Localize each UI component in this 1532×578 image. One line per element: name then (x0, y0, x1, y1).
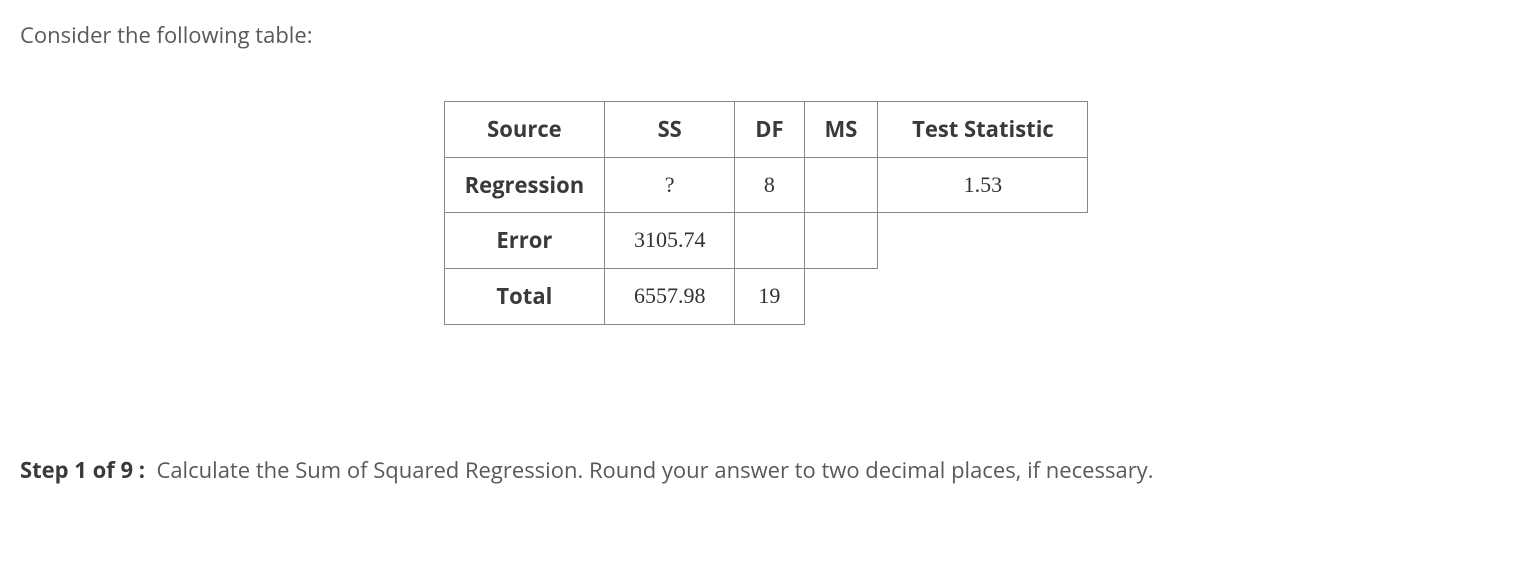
header-df: DF (735, 101, 804, 157)
cell-empty (878, 269, 1088, 325)
table-row: Error 3105.74 (444, 213, 1088, 269)
cell-error-ms (804, 213, 878, 269)
cell-error-df (735, 213, 804, 269)
step-description: Calculate the Sum of Squared Regression.… (156, 455, 1153, 485)
cell-regression-ss: ? (605, 157, 735, 213)
header-source: Source (444, 101, 605, 157)
header-test-statistic: Test Statistic (878, 101, 1088, 157)
table-row: Total 6557.98 19 (444, 269, 1088, 325)
intro-text: Consider the following table: (20, 20, 1512, 51)
cell-empty (878, 213, 1088, 269)
row-label-regression: Regression (444, 157, 605, 213)
cell-regression-df: 8 (735, 157, 804, 213)
table-header-row: Source SS DF MS Test Statistic (444, 101, 1088, 157)
cell-total-df: 19 (735, 269, 804, 325)
table-row: Regression ? 8 1.53 (444, 157, 1088, 213)
anova-table: Source SS DF MS Test Statistic Regressio… (444, 101, 1089, 325)
row-label-total: Total (444, 269, 605, 325)
header-ss: SS (605, 101, 735, 157)
cell-regression-ms (804, 157, 878, 213)
row-label-error: Error (444, 213, 605, 269)
table-wrapper: Source SS DF MS Test Statistic Regressio… (20, 101, 1512, 325)
step-label: Step 1 of 9 : (20, 455, 145, 485)
cell-regression-ts: 1.53 (878, 157, 1088, 213)
cell-error-ss: 3105.74 (605, 213, 735, 269)
cell-total-ss: 6557.98 (605, 269, 735, 325)
step-instruction: Step 1 of 9 : Calculate the Sum of Squar… (20, 455, 1512, 486)
header-ms: MS (804, 101, 878, 157)
cell-empty (804, 269, 878, 325)
